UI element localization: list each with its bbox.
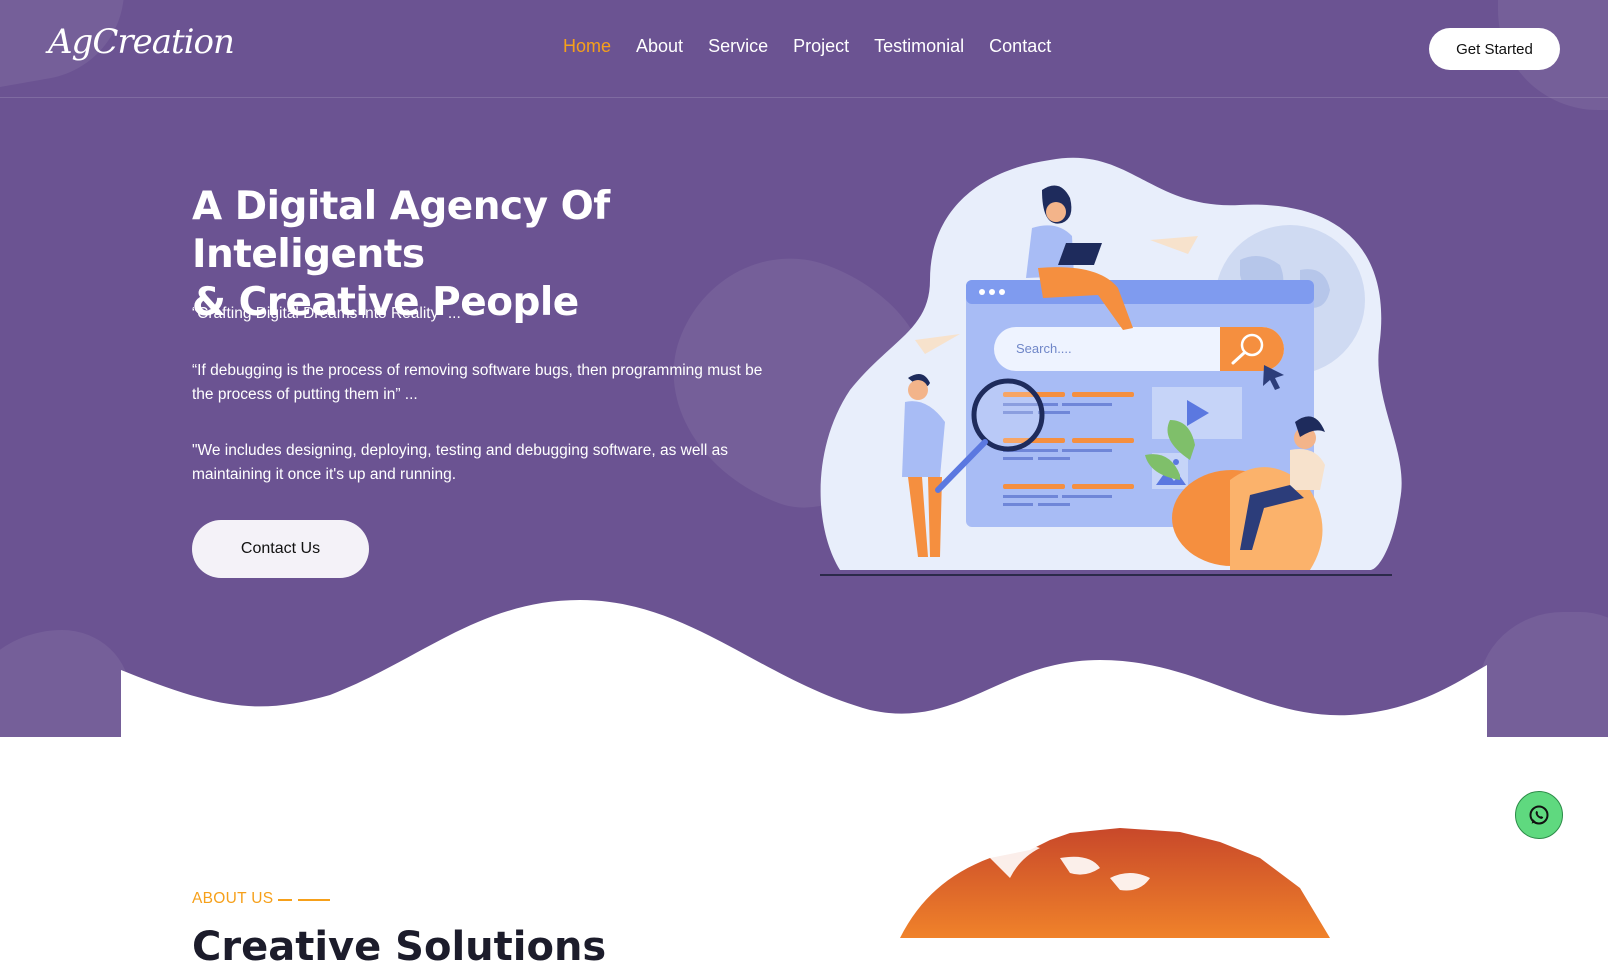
globe-illustration <box>900 828 1330 938</box>
hero-quote: "We includes designing, deploying, testi… <box>192 442 728 483</box>
contact-us-button[interactable]: Contact Us <box>192 520 369 578</box>
about-section-label: ABOUT US <box>192 890 274 907</box>
hero-illustration: Search.... <box>820 157 1402 576</box>
whatsapp-button[interactable] <box>1515 791 1563 839</box>
nav-item-service[interactable]: Service <box>708 36 768 57</box>
brand-logo[interactable]: AgCreation <box>48 22 235 62</box>
nav-item-about[interactable]: About <box>636 36 683 57</box>
nav-item-testimonial[interactable]: Testimonial <box>874 36 964 57</box>
illustration-search-placeholder: Search.... <box>1016 341 1072 356</box>
nav-links: Home About Service Project Testimonial C… <box>563 36 1051 57</box>
nav-item-contact[interactable]: Contact <box>989 36 1051 57</box>
hero-section: AgCreation Home About Service Project Te… <box>0 0 1608 737</box>
section-label-divider <box>278 899 330 901</box>
about-heading: Creative Solutions <box>192 924 607 970</box>
whatsapp-icon <box>1529 805 1549 825</box>
nav-item-project[interactable]: Project <box>793 36 849 57</box>
hero-wave-divider <box>121 600 1487 737</box>
hero-quote: “Crafting Digital Dreams into Reality” .… <box>192 305 461 322</box>
hero-quote: “If debugging is the process of removing… <box>192 362 763 403</box>
nav-item-home[interactable]: Home <box>563 36 611 57</box>
get-started-button[interactable]: Get Started <box>1429 28 1560 70</box>
navbar: AgCreation Home About Service Project Te… <box>0 0 1608 98</box>
hero-title-line1: A Digital Agency Of Inteligents <box>192 184 610 277</box>
